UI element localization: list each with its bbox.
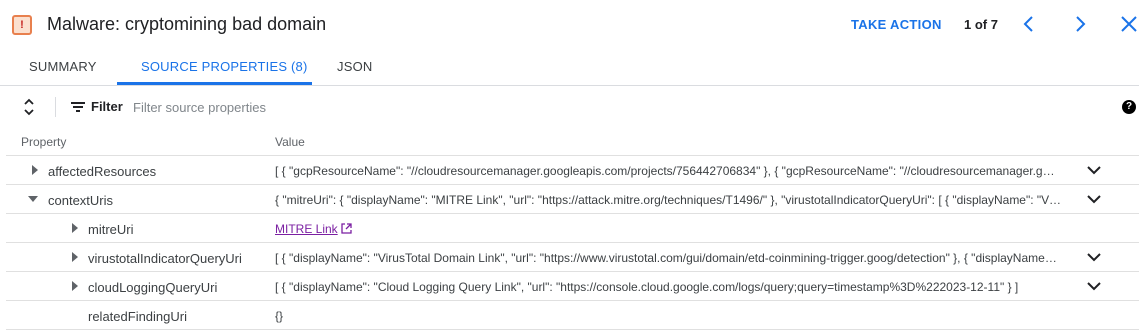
finding-title: Malware: cryptomining bad domain bbox=[47, 14, 327, 34]
property-value: MITRE Link bbox=[275, 222, 1061, 236]
property-value: { "mitreUri": { "displayName": "MITRE Li… bbox=[275, 193, 1061, 207]
property-name: virustotalIndicatorQueryUri bbox=[88, 251, 242, 266]
help-icon[interactable]: ? bbox=[1122, 100, 1136, 114]
tab-json[interactable]: JSON bbox=[337, 59, 372, 74]
filter-input[interactable] bbox=[133, 97, 733, 117]
finding-counter: 1 of 7 bbox=[964, 17, 998, 32]
divider bbox=[55, 97, 56, 117]
take-action-button[interactable]: TAKE ACTION bbox=[851, 17, 942, 32]
previous-button[interactable] bbox=[1017, 12, 1041, 36]
property-value: [ { "displayName": "VirusTotal Domain Li… bbox=[275, 251, 1061, 265]
chevron-down-icon[interactable] bbox=[1086, 163, 1102, 177]
warning-icon: ! bbox=[12, 15, 32, 35]
chevron-down-icon[interactable] bbox=[1086, 250, 1102, 264]
column-header-value: Value bbox=[275, 135, 305, 149]
property-name: mitreUri bbox=[88, 222, 134, 237]
caret-down-icon[interactable] bbox=[28, 194, 38, 204]
table-row: relatedFindingUri {} bbox=[6, 301, 1139, 330]
property-name: contextUris bbox=[48, 193, 114, 208]
table-row: virustotalIndicatorQueryUri [ { "display… bbox=[6, 243, 1139, 272]
table-row: cloudLoggingQueryUri [ { "displayName": … bbox=[6, 272, 1139, 301]
property-name: affectedResources bbox=[48, 164, 157, 179]
property-value: [ { "gcpResourceName": "//cloudresourcem… bbox=[275, 164, 1061, 178]
filter-bar: Filter ? bbox=[0, 87, 1139, 127]
finding-header: ! Malware: cryptomining bad domain TAKE … bbox=[0, 0, 1139, 50]
chevron-right-icon bbox=[1076, 16, 1086, 32]
chevron-down-icon[interactable] bbox=[1086, 279, 1102, 293]
column-header-property: Property bbox=[21, 135, 67, 149]
property-name: cloudLoggingQueryUri bbox=[88, 280, 218, 295]
caret-right-icon[interactable] bbox=[70, 223, 80, 233]
filter-label: Filter bbox=[91, 99, 123, 114]
caret-right-icon[interactable] bbox=[70, 252, 80, 262]
expand-collapse-icon[interactable] bbox=[20, 97, 38, 117]
chevron-left-icon bbox=[1023, 16, 1033, 32]
external-link-icon bbox=[341, 223, 352, 234]
mitre-link[interactable]: MITRE Link bbox=[275, 222, 338, 236]
properties-table: Property Value affectedResources [ { "gc… bbox=[6, 127, 1139, 330]
table-row: contextUris { "mitreUri": { "displayName… bbox=[6, 185, 1139, 214]
filter-icon bbox=[71, 102, 85, 112]
chevron-down-icon[interactable] bbox=[1086, 192, 1102, 206]
close-icon bbox=[1121, 16, 1137, 32]
tab-source-properties[interactable]: SOURCE PROPERTIES (8) bbox=[141, 59, 308, 74]
active-tab-indicator bbox=[117, 82, 312, 85]
property-value: {} bbox=[275, 309, 284, 323]
tab-bar: SUMMARY SOURCE PROPERTIES (8) JSON bbox=[0, 50, 1139, 86]
table-row: mitreUri MITRE Link bbox=[6, 214, 1139, 243]
tab-summary[interactable]: SUMMARY bbox=[29, 59, 97, 74]
close-button[interactable] bbox=[1117, 12, 1139, 36]
caret-right-icon[interactable] bbox=[30, 165, 40, 175]
table-header: Property Value bbox=[6, 127, 1139, 156]
property-name: relatedFindingUri bbox=[88, 309, 187, 324]
caret-right-icon[interactable] bbox=[70, 281, 80, 291]
property-value: [ { "displayName": "Cloud Logging Query … bbox=[275, 280, 1019, 294]
table-row: affectedResources [ { "gcpResourceName":… bbox=[6, 156, 1139, 185]
next-button[interactable] bbox=[1068, 12, 1092, 36]
